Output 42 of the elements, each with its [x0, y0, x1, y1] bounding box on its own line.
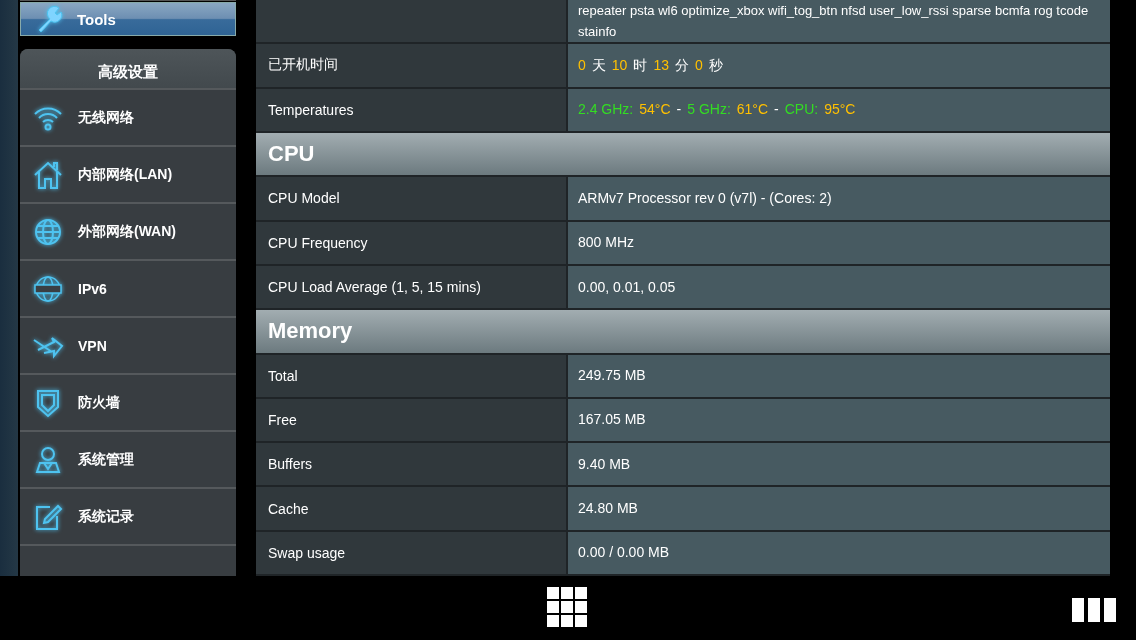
row-label: Swap usage — [268, 544, 346, 561]
row-value: 249.75 MB — [578, 366, 647, 386]
section-title: 高级设置 — [20, 49, 236, 88]
row-label: CPU Load Average (1, 5, 15 mins) — [268, 279, 481, 296]
section-header: Memory — [256, 310, 1110, 355]
value-part: 0 — [694, 55, 703, 75]
value-part: 10 — [611, 55, 628, 75]
value-part: 13 — [653, 55, 669, 75]
tools-menu-item[interactable]: Tools — [20, 2, 236, 36]
row-label: CPU Frequency — [268, 234, 368, 251]
value-part: 54°C — [639, 100, 671, 120]
row-label: 已开机时间 — [268, 56, 338, 75]
row-label: Total — [268, 367, 298, 384]
row-value: 24.80 MB — [578, 499, 639, 519]
value-part: 95°C — [824, 100, 856, 120]
row-value: 800 MHz — [578, 233, 636, 253]
row-label: Free — [268, 411, 297, 428]
value-part: 天 — [591, 55, 606, 75]
row-value: stainfo — [578, 23, 618, 42]
value-part: 2.4 GHz: — [578, 100, 634, 120]
value-part: 0 — [578, 55, 586, 75]
value-part: 5 GHz: — [687, 100, 731, 120]
value-part: CPU: — [784, 100, 819, 120]
tabs-icon[interactable] — [1072, 598, 1116, 622]
row-label: CPU Model — [268, 190, 340, 207]
value-part: 分 — [674, 55, 689, 75]
value-part: 秒 — [708, 55, 723, 75]
row-value: 0.00 / 0.00 MB — [578, 543, 671, 563]
row-value: 0.00, 0.01, 0.05 — [578, 277, 677, 297]
value-part: - — [774, 100, 779, 120]
row-label: Cache — [268, 500, 309, 517]
value-part: 时 — [633, 55, 648, 75]
row-label: Buffers — [268, 456, 313, 473]
grid-icon[interactable] — [547, 587, 589, 629]
row-value: ARMv7 Processor rev 0 (v7l) - (Cores: 2) — [578, 188, 833, 208]
value-part: - — [676, 100, 682, 120]
row-value: 167.05 MB — [578, 410, 647, 430]
value-part: 61°C — [736, 100, 769, 120]
row-value: repeater psta wl6 optimize_xbox wifi_tog_btn nfsd user_low_rssi sparse bcmfa rog tcode — [578, 2, 1090, 21]
row-label: Temperatures — [268, 101, 354, 118]
row-value: 9.40 MB — [578, 454, 632, 474]
section-header: CPU — [256, 132, 1110, 178]
